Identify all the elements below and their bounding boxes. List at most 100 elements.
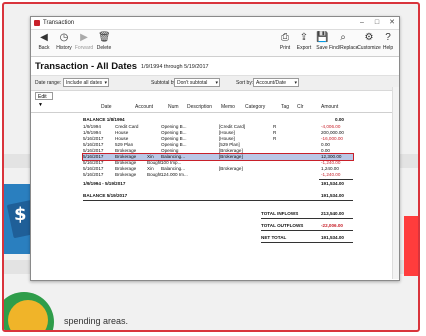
date-range-select[interactable]: Include all dates ▾ <box>63 78 109 87</box>
cell-desc: 124.000 Im... <box>161 172 188 177</box>
total-rule <box>261 230 353 231</box>
cell-num: Bought <box>147 160 162 165</box>
cell-amount: -4,006.00 <box>321 124 341 129</box>
cell-date: 5/16/2017 <box>83 136 104 141</box>
cell-cat: [529 Plan] <box>219 142 240 147</box>
total-amount: 191,534.00 <box>321 235 344 240</box>
cell-date: 5/16/2017 <box>83 142 104 147</box>
cell-account: Brokerage <box>115 154 137 159</box>
column-header-category[interactable]: Category <box>245 104 265 110</box>
app-icon <box>34 20 40 26</box>
toolbar: ◀ Back ◷ History ▶ Forward 🗑 Delete ⎙ Print ⇪… <box>31 30 399 57</box>
cell-amount: -1,240.00 <box>321 160 341 165</box>
find-replace-button[interactable]: ⌕ Find/Replace <box>329 32 358 51</box>
window-title: Transaction <box>43 20 75 26</box>
background-graphic <box>8 300 48 330</box>
subtotal-rule <box>319 179 353 180</box>
balance-row: BALANCE 1/8/1994 0.00 <box>83 117 353 123</box>
cell-num: Xin <box>147 154 154 159</box>
cell-cat: [Credit Card] <box>219 124 246 129</box>
total-label: NET TOTAL <box>261 235 287 240</box>
cell-clr: R <box>273 136 277 141</box>
table-row[interactable]: 5/16/2017 Brokerage Bought 124.000 Im... -1,… <box>83 172 353 178</box>
report-date-range: 1/9/1994 through 5/19/2017 <box>141 64 209 70</box>
date-range-label: Date range: <box>35 80 62 86</box>
trash-icon: 🗑 <box>98 32 111 43</box>
cell-desc: Opening B... <box>161 130 187 135</box>
subtotal-select[interactable]: Don't subtotal ▾ <box>174 78 220 87</box>
cell-amount: 0.00 <box>321 142 330 147</box>
customize-button[interactable]: ⚙ Customize <box>357 32 381 51</box>
help-button[interactable]: ? Help <box>379 32 397 51</box>
cell-date: 1/9/1994 <box>83 124 101 129</box>
close-button[interactable]: ✕ <box>385 17 399 29</box>
column-header-tag[interactable]: Tag <box>281 104 289 110</box>
chevron-down-icon: ▾ <box>215 80 218 86</box>
save-icon: 💾 <box>316 32 329 43</box>
cell-desc: 100 Imp... <box>161 160 182 165</box>
help-icon: ? <box>385 32 391 43</box>
subtotal-row: 1/9/1994 - 5/19/2017 191,534.00 <box>83 181 353 187</box>
column-header-account[interactable]: Account <box>135 104 153 110</box>
column-header-row: Date Account Num Description Memo Category Tag… <box>31 102 399 113</box>
forward-arrow-icon: ▶ <box>80 32 88 43</box>
cell-clr: R <box>273 130 277 135</box>
delete-button[interactable]: 🗑 Delete <box>93 32 115 51</box>
back-arrow-icon: ◀ <box>40 32 48 43</box>
cell-amount: -16,000.00 <box>321 136 343 141</box>
column-header-num[interactable]: Num <box>168 104 179 110</box>
report-title: Transaction - All Dates <box>35 61 138 72</box>
find-replace-icon: ⌕ <box>340 32 346 43</box>
cell-cat: [Brokerage] <box>219 154 243 159</box>
forward-button[interactable]: ▶ Forward <box>73 32 95 51</box>
cell-desc: Opening B... <box>161 136 187 141</box>
back-button[interactable]: ◀ Back <box>33 32 55 51</box>
column-header-description[interactable]: Description <box>187 104 212 110</box>
chevron-down-icon: ▾ <box>104 80 107 86</box>
cell-cat: [Brokerage] <box>219 166 243 171</box>
total-rule <box>261 218 353 219</box>
cell-date: 5/16/2017 <box>83 148 104 153</box>
column-header-date[interactable]: Date <box>101 104 112 110</box>
export-icon: ⇪ <box>299 32 309 43</box>
transaction-window: Transaction – □ ✕ ◀ Back ◷ History ▶ Forwar… <box>30 16 400 281</box>
edit-menu-button[interactable]: Edit ▼ <box>35 92 53 108</box>
balance-end-label: BALANCE 5/19/2017 <box>83 193 128 198</box>
cell-desc: Opening B... <box>161 124 187 129</box>
sort-label: Sort by: <box>236 80 254 86</box>
sort-select[interactable]: Account/Date ▾ <box>253 78 299 87</box>
total-amount: -22,006.00 <box>321 223 343 228</box>
cell-account: House <box>115 136 129 141</box>
column-header-memo[interactable]: Memo <box>221 104 235 110</box>
minimize-button[interactable]: – <box>355 17 369 29</box>
cell-date: 1/9/1994 <box>83 130 101 135</box>
cell-cat: [Brokerage] <box>219 148 243 153</box>
total-amount: 213,540.00 <box>321 211 344 216</box>
cell-desc: Balancing... <box>161 154 186 159</box>
cell-account: Brokerage <box>115 148 137 153</box>
history-button[interactable]: ◷ History <box>53 32 75 51</box>
maximize-button[interactable]: □ <box>370 17 384 29</box>
cell-account: 529 Plan <box>115 142 134 147</box>
total-row: NET TOTAL 191,534.00 <box>83 235 353 241</box>
filter-bar: Date range: Include all dates ▾ Subtotal … <box>31 76 399 91</box>
cell-amount: 200,000.00 <box>321 130 344 135</box>
cell-desc: Opening B... <box>161 142 187 147</box>
cell-desc: Balancing... <box>161 166 186 171</box>
column-header-clr[interactable]: Clr <box>297 104 303 110</box>
history-icon: ◷ <box>59 32 69 43</box>
vertical-scrollbar[interactable] <box>392 87 399 279</box>
cell-date: 5/16/2017 <box>83 172 104 177</box>
cell-account: Brokerage <box>115 160 137 165</box>
cell-cat: [House] <box>219 130 235 135</box>
total-row: TOTAL INFLOWS 213,540.00 <box>83 211 353 217</box>
background-text: spending areas. <box>64 316 129 326</box>
cell-cat: [House] <box>219 136 235 141</box>
chevron-down-icon: ▾ <box>294 80 297 86</box>
cell-amount: 12,300.00 <box>321 154 342 159</box>
cell-clr: R <box>273 124 277 129</box>
background-accent <box>404 216 418 276</box>
cell-date: 5/16/2017 <box>83 166 104 171</box>
column-header-amount[interactable]: Amount <box>321 104 338 110</box>
total-rule <box>261 242 353 243</box>
